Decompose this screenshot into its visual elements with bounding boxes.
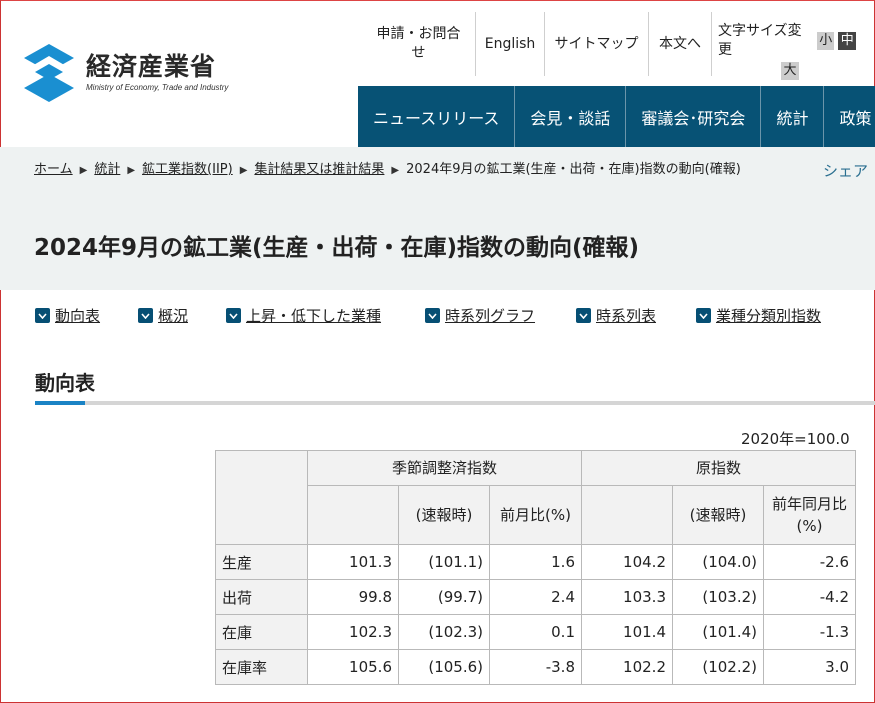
anchor-label: 時系列グラフ xyxy=(445,307,536,325)
chevron-down-icon xyxy=(226,308,241,323)
header-seasonal: 季節調整済指数 xyxy=(307,450,582,486)
cell-sa-prelim: (99.7) xyxy=(398,579,490,615)
gnav-press-conference[interactable]: 会見・談話 xyxy=(515,86,627,147)
section-divider xyxy=(35,401,875,405)
cell-orig-prelim: (104.0) xyxy=(672,544,764,580)
page-title: 2024年9月の鉱工業(生産・出荷・在庫)指数の動向(確報) xyxy=(34,235,640,261)
font-size-label: 文字サイズ変更 xyxy=(718,23,802,58)
header-sa-blank xyxy=(307,485,399,545)
site-logo[interactable]: 経済産業省 Ministry of Economy, Trade and Ind… xyxy=(22,42,228,104)
cell-yoy: -4.2 xyxy=(763,579,856,615)
row-label: 出荷 xyxy=(215,579,308,615)
logo-wordmark-jp: 経済産業省 xyxy=(86,52,217,81)
row-label: 在庫率 xyxy=(215,649,308,685)
anchor-trend-table[interactable]: 動向表 xyxy=(35,305,100,326)
breadcrumb-home[interactable]: ホーム xyxy=(34,162,73,177)
anchor-timeseries-table[interactable]: 時系列表 xyxy=(576,305,656,326)
chevron-down-icon xyxy=(576,308,591,323)
utility-nav: 申請・お問合せ English サイトマップ 本文へ 文字サイズ変更 小 中 大 xyxy=(362,12,862,80)
anchor-label: 時系列表 xyxy=(596,307,657,325)
breadcrumb-results[interactable]: 集計結果又は推計結果 xyxy=(254,162,384,177)
breadcrumb-separator-icon: ▶ xyxy=(239,165,248,176)
logo-wordmark-en: Ministry of Economy, Trade and Industry xyxy=(86,83,229,92)
contact-link[interactable]: 申請・お問合せ xyxy=(362,12,476,76)
gnav-statistics[interactable]: 統計 xyxy=(761,86,825,147)
header-yoy: 前年同月比(%) xyxy=(763,485,856,545)
skip-to-main-link[interactable]: 本文へ xyxy=(649,12,712,76)
table-row: 在庫率 105.6 (105.6) -3.8 102.2 (102.2) 3.0 xyxy=(215,649,856,685)
anchor-label: 概況 xyxy=(158,307,189,325)
cell-mom: 2.4 xyxy=(489,579,582,615)
gnav-news-release[interactable]: ニュースリリース xyxy=(358,86,516,147)
cell-orig: 101.4 xyxy=(581,614,673,650)
header-original: 原指数 xyxy=(581,450,856,486)
anchor-label: 動向表 xyxy=(55,307,101,325)
gnav-policy[interactable]: 政策 xyxy=(824,86,875,147)
font-size-medium-button[interactable]: 中 xyxy=(838,32,856,50)
anchor-overview[interactable]: 概況 xyxy=(138,305,188,326)
table-row: 在庫 102.3 (102.3) 0.1 101.4 (101.4) -1.3 xyxy=(215,614,856,650)
cell-orig: 102.2 xyxy=(581,649,673,685)
chevron-down-icon xyxy=(696,308,711,323)
breadcrumb-separator-icon: ▶ xyxy=(79,165,88,176)
anchor-industries[interactable]: 上昇・低下した業種 xyxy=(226,305,381,326)
header-mom: 前月比(%) xyxy=(489,485,582,545)
global-nav: ニュースリリース 会見・談話 審議会･研究会 統計 政策 xyxy=(358,86,875,147)
row-label: 在庫 xyxy=(215,614,308,650)
breadcrumb-statistics[interactable]: 統計 xyxy=(94,162,120,177)
chevron-down-icon xyxy=(425,308,440,323)
english-link[interactable]: English xyxy=(476,12,545,76)
cell-yoy: -2.6 xyxy=(763,544,856,580)
cell-mom: -3.8 xyxy=(489,649,582,685)
base-year-note: 2020年=100.0 xyxy=(741,430,850,448)
sitemap-link[interactable]: サイトマップ xyxy=(545,12,649,76)
row-label: 生産 xyxy=(215,544,308,580)
section-title: 動向表 xyxy=(35,371,95,395)
anchor-links: 動向表 概況 上昇・低下した業種 時系列グラフ 時系列表 業種分類別指数 xyxy=(35,305,875,329)
cell-sa: 101.3 xyxy=(307,544,399,580)
breadcrumb-separator-icon: ▶ xyxy=(391,165,400,176)
chevron-down-icon xyxy=(35,308,50,323)
cell-sa-prelim: (102.3) xyxy=(398,614,490,650)
meti-logo-icon xyxy=(24,44,74,102)
table-row: 出荷 99.8 (99.7) 2.4 103.3 (103.2) -4.2 xyxy=(215,579,856,615)
header-orig-blank xyxy=(581,485,673,545)
share-button[interactable]: シェア xyxy=(823,160,868,181)
cell-sa: 102.3 xyxy=(307,614,399,650)
cell-mom: 1.6 xyxy=(489,544,582,580)
cell-orig-prelim: (102.2) xyxy=(672,649,764,685)
font-size-control: 文字サイズ変更 小 中 大 xyxy=(712,12,862,80)
cell-orig: 103.3 xyxy=(581,579,673,615)
cell-sa-prelim: (105.6) xyxy=(398,649,490,685)
cell-sa: 99.8 xyxy=(307,579,399,615)
breadcrumb-current: 2024年9月の鉱工業(生産・出荷・在庫)指数の動向(確報) xyxy=(406,162,741,177)
table-corner-cell xyxy=(215,450,308,545)
cell-orig: 104.2 xyxy=(581,544,673,580)
breadcrumb-separator-icon: ▶ xyxy=(127,165,136,176)
chevron-down-icon xyxy=(138,308,153,323)
cell-sa: 105.6 xyxy=(307,649,399,685)
cell-yoy: -1.3 xyxy=(763,614,856,650)
cell-orig-prelim: (103.2) xyxy=(672,579,764,615)
header-sa-prelim: (速報時) xyxy=(398,485,490,545)
font-size-small-button[interactable]: 小 xyxy=(816,32,835,50)
anchor-industry-index[interactable]: 業種分類別指数 xyxy=(696,305,821,326)
anchor-label: 業種分類別指数 xyxy=(716,307,822,325)
font-size-large-button[interactable]: 大 xyxy=(781,62,799,80)
anchor-timeseries-graph[interactable]: 時系列グラフ xyxy=(425,305,535,326)
anchor-label: 上昇・低下した業種 xyxy=(246,307,382,325)
trend-table: 季節調整済指数 原指数 (速報時) 前月比(%) (速報時) 前年同月比(%) … xyxy=(215,450,856,685)
breadcrumb: ホーム ▶ 統計 ▶ 鉱工業指数(IIP) ▶ 集計結果又は推計結果 ▶ 2024年9月の鉱工業… xyxy=(34,158,784,182)
cell-yoy: 3.0 xyxy=(763,649,856,685)
breadcrumb-iip[interactable]: 鉱工業指数(IIP) xyxy=(142,162,233,177)
cell-orig-prelim: (101.4) xyxy=(672,614,764,650)
cell-sa-prelim: (101.1) xyxy=(398,544,490,580)
gnav-councils[interactable]: 審議会･研究会 xyxy=(626,86,762,147)
cell-mom: 0.1 xyxy=(489,614,582,650)
table-row: 生産 101.3 (101.1) 1.6 104.2 (104.0) -2.6 xyxy=(215,544,856,580)
header-orig-prelim: (速報時) xyxy=(672,485,764,545)
